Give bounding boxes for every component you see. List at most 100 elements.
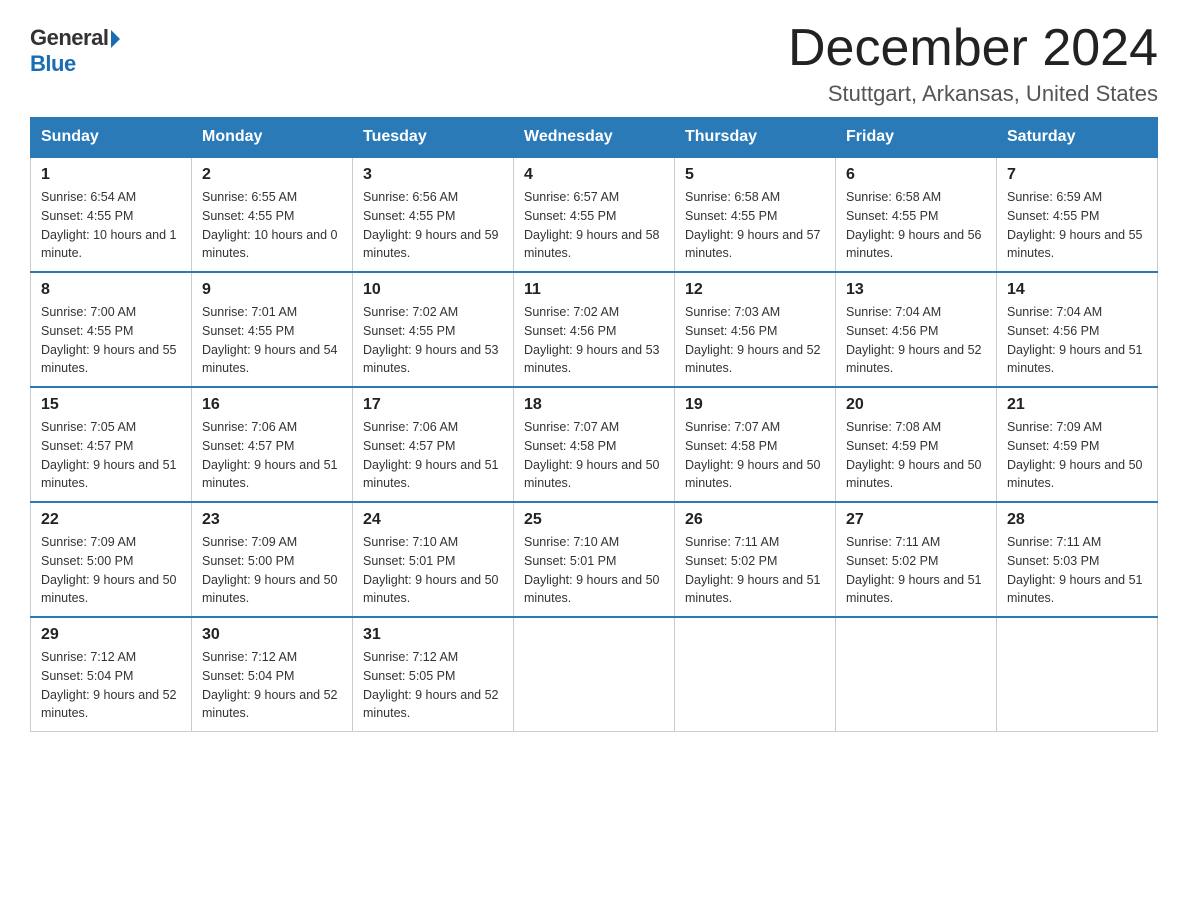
- day-number: 30: [202, 626, 342, 644]
- day-detail: Sunrise: 7:03 AMSunset: 4:56 PMDaylight:…: [685, 303, 825, 378]
- day-number: 2: [202, 166, 342, 184]
- table-row: [675, 617, 836, 732]
- table-row: 21 Sunrise: 7:09 AMSunset: 4:59 PMDayligh…: [997, 387, 1158, 502]
- calendar-header-row: Sunday Monday Tuesday Wednesday Thursday…: [31, 118, 1158, 158]
- day-number: 4: [524, 166, 664, 184]
- table-row: 18 Sunrise: 7:07 AMSunset: 4:58 PMDayligh…: [514, 387, 675, 502]
- logo-general-text: General: [30, 25, 108, 50]
- logo: General Blue: [30, 20, 120, 77]
- table-row: 26 Sunrise: 7:11 AMSunset: 5:02 PMDayligh…: [675, 502, 836, 617]
- table-row: 9 Sunrise: 7:01 AMSunset: 4:55 PMDaylight…: [192, 272, 353, 387]
- table-row: 22 Sunrise: 7:09 AMSunset: 5:00 PMDayligh…: [31, 502, 192, 617]
- title-block: December 2024 Stuttgart, Arkansas, Unite…: [788, 20, 1158, 107]
- day-detail: Sunrise: 6:54 AMSunset: 4:55 PMDaylight:…: [41, 188, 181, 263]
- table-row: 11 Sunrise: 7:02 AMSunset: 4:56 PMDayligh…: [514, 272, 675, 387]
- day-detail: Sunrise: 7:08 AMSunset: 4:59 PMDaylight:…: [846, 418, 986, 493]
- day-number: 1: [41, 166, 181, 184]
- day-detail: Sunrise: 7:12 AMSunset: 5:04 PMDaylight:…: [202, 648, 342, 723]
- table-row: 23 Sunrise: 7:09 AMSunset: 5:00 PMDayligh…: [192, 502, 353, 617]
- day-detail: Sunrise: 7:04 AMSunset: 4:56 PMDaylight:…: [1007, 303, 1147, 378]
- calendar-week-row: 15 Sunrise: 7:05 AMSunset: 4:57 PMDayligh…: [31, 387, 1158, 502]
- day-number: 8: [41, 281, 181, 299]
- table-row: 13 Sunrise: 7:04 AMSunset: 4:56 PMDayligh…: [836, 272, 997, 387]
- table-row: 19Sunrise: 7:07 AMSunset: 4:58 PMDayligh…: [675, 387, 836, 502]
- day-number: 31: [363, 626, 503, 644]
- day-number: 11: [524, 281, 664, 299]
- col-tuesday: Tuesday: [353, 118, 514, 158]
- logo-blue-text: Blue: [30, 51, 76, 77]
- day-number: 16: [202, 396, 342, 414]
- day-number: 26: [685, 511, 825, 529]
- day-detail: Sunrise: 6:55 AMSunset: 4:55 PMDaylight:…: [202, 188, 342, 263]
- day-detail: Sunrise: 6:59 AMSunset: 4:55 PMDaylight:…: [1007, 188, 1147, 263]
- page-header: General Blue December 2024 Stuttgart, Ar…: [30, 20, 1158, 107]
- table-row: 2 Sunrise: 6:55 AMSunset: 4:55 PMDaylight…: [192, 157, 353, 272]
- day-number: 15: [41, 396, 181, 414]
- table-row: 24Sunrise: 7:10 AMSunset: 5:01 PMDayligh…: [353, 502, 514, 617]
- col-wednesday: Wednesday: [514, 118, 675, 158]
- day-detail: Sunrise: 6:56 AMSunset: 4:55 PMDaylight:…: [363, 188, 503, 263]
- calendar-table: Sunday Monday Tuesday Wednesday Thursday…: [30, 117, 1158, 732]
- table-row: 1 Sunrise: 6:54 AMSunset: 4:55 PMDaylight…: [31, 157, 192, 272]
- table-row: 17 Sunrise: 7:06 AMSunset: 4:57 PMDayligh…: [353, 387, 514, 502]
- table-row: 15 Sunrise: 7:05 AMSunset: 4:57 PMDayligh…: [31, 387, 192, 502]
- table-row: 12 Sunrise: 7:03 AMSunset: 4:56 PMDayligh…: [675, 272, 836, 387]
- day-number: 28: [1007, 511, 1147, 529]
- table-row: 27Sunrise: 7:11 AMSunset: 5:02 PMDayligh…: [836, 502, 997, 617]
- day-number: 3: [363, 166, 503, 184]
- day-number: 19: [685, 396, 825, 414]
- day-number: 12: [685, 281, 825, 299]
- table-row: 31 Sunrise: 7:12 AMSunset: 5:05 PMDayligh…: [353, 617, 514, 732]
- day-number: 6: [846, 166, 986, 184]
- day-number: 21: [1007, 396, 1147, 414]
- day-detail: Sunrise: 6:58 AMSunset: 4:55 PMDaylight:…: [685, 188, 825, 263]
- day-number: 20: [846, 396, 986, 414]
- table-row: 14 Sunrise: 7:04 AMSunset: 4:56 PMDayligh…: [997, 272, 1158, 387]
- day-number: 18: [524, 396, 664, 414]
- day-detail: Sunrise: 7:01 AMSunset: 4:55 PMDaylight:…: [202, 303, 342, 378]
- day-detail: Sunrise: 7:02 AMSunset: 4:56 PMDaylight:…: [524, 303, 664, 378]
- day-detail: Sunrise: 7:02 AMSunset: 4:55 PMDaylight:…: [363, 303, 503, 378]
- calendar-week-row: 1 Sunrise: 6:54 AMSunset: 4:55 PMDaylight…: [31, 157, 1158, 272]
- table-row: 7Sunrise: 6:59 AMSunset: 4:55 PMDaylight…: [997, 157, 1158, 272]
- day-number: 17: [363, 396, 503, 414]
- table-row: 3 Sunrise: 6:56 AMSunset: 4:55 PMDaylight…: [353, 157, 514, 272]
- day-detail: Sunrise: 7:05 AMSunset: 4:57 PMDaylight:…: [41, 418, 181, 493]
- day-number: 22: [41, 511, 181, 529]
- location-subtitle: Stuttgart, Arkansas, United States: [788, 81, 1158, 107]
- month-year-title: December 2024: [788, 20, 1158, 77]
- day-detail: Sunrise: 7:11 AMSunset: 5:02 PMDaylight:…: [685, 533, 825, 608]
- table-row: 28Sunrise: 7:11 AMSunset: 5:03 PMDayligh…: [997, 502, 1158, 617]
- day-number: 23: [202, 511, 342, 529]
- table-row: 20 Sunrise: 7:08 AMSunset: 4:59 PMDayligh…: [836, 387, 997, 502]
- table-row: 6Sunrise: 6:58 AMSunset: 4:55 PMDaylight…: [836, 157, 997, 272]
- day-detail: Sunrise: 7:12 AMSunset: 5:05 PMDaylight:…: [363, 648, 503, 723]
- col-friday: Friday: [836, 118, 997, 158]
- day-detail: Sunrise: 7:04 AMSunset: 4:56 PMDaylight:…: [846, 303, 986, 378]
- table-row: 10Sunrise: 7:02 AMSunset: 4:55 PMDayligh…: [353, 272, 514, 387]
- day-number: 27: [846, 511, 986, 529]
- table-row: [836, 617, 997, 732]
- day-detail: Sunrise: 7:06 AMSunset: 4:57 PMDaylight:…: [202, 418, 342, 493]
- day-number: 9: [202, 281, 342, 299]
- col-monday: Monday: [192, 118, 353, 158]
- day-detail: Sunrise: 7:09 AMSunset: 5:00 PMDaylight:…: [41, 533, 181, 608]
- col-thursday: Thursday: [675, 118, 836, 158]
- day-detail: Sunrise: 7:09 AMSunset: 4:59 PMDaylight:…: [1007, 418, 1147, 493]
- day-number: 14: [1007, 281, 1147, 299]
- day-detail: Sunrise: 7:10 AMSunset: 5:01 PMDaylight:…: [363, 533, 503, 608]
- table-row: 8Sunrise: 7:00 AMSunset: 4:55 PMDaylight…: [31, 272, 192, 387]
- table-row: 29Sunrise: 7:12 AMSunset: 5:04 PMDayligh…: [31, 617, 192, 732]
- day-detail: Sunrise: 7:09 AMSunset: 5:00 PMDaylight:…: [202, 533, 342, 608]
- table-row: 5Sunrise: 6:58 AMSunset: 4:55 PMDaylight…: [675, 157, 836, 272]
- day-detail: Sunrise: 7:07 AMSunset: 4:58 PMDaylight:…: [524, 418, 664, 493]
- day-detail: Sunrise: 7:06 AMSunset: 4:57 PMDaylight:…: [363, 418, 503, 493]
- day-detail: Sunrise: 7:10 AMSunset: 5:01 PMDaylight:…: [524, 533, 664, 608]
- logo-arrow-icon: [111, 30, 120, 48]
- table-row: [514, 617, 675, 732]
- col-saturday: Saturday: [997, 118, 1158, 158]
- table-row: 30 Sunrise: 7:12 AMSunset: 5:04 PMDayligh…: [192, 617, 353, 732]
- col-sunday: Sunday: [31, 118, 192, 158]
- day-number: 25: [524, 511, 664, 529]
- day-number: 13: [846, 281, 986, 299]
